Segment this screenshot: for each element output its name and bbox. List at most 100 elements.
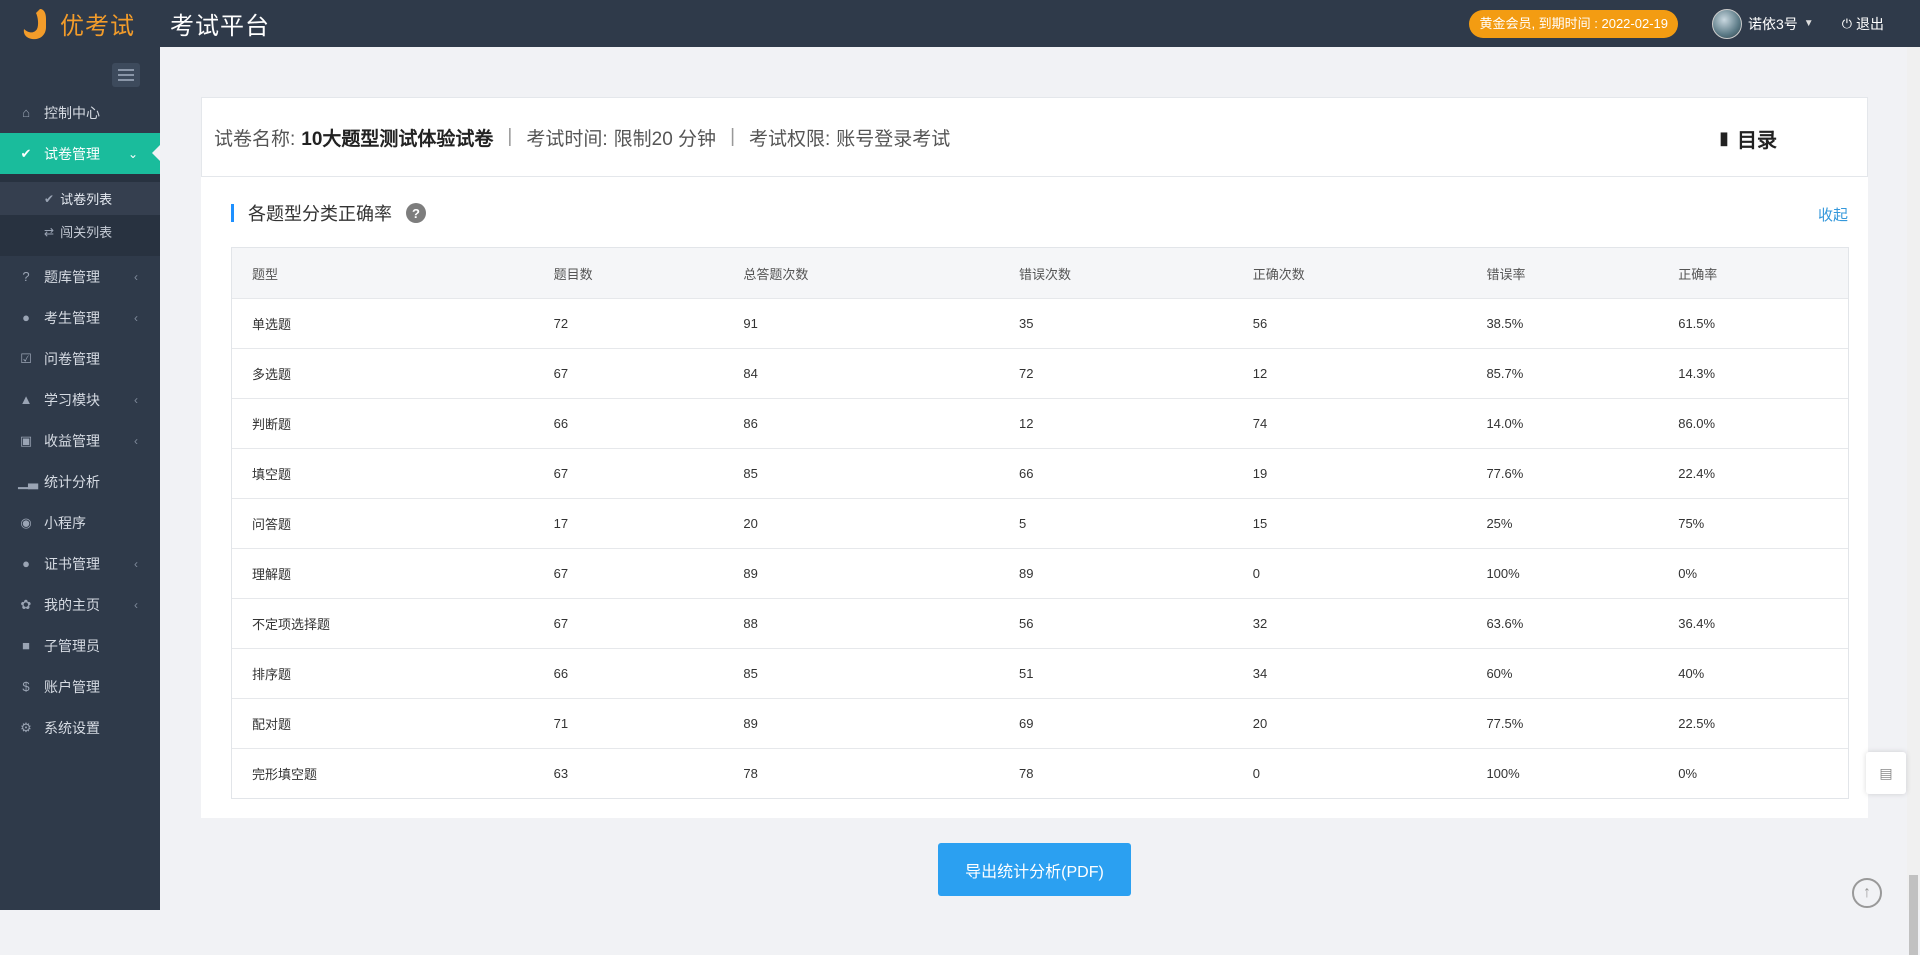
bar-chart-icon: ▁▃ [18, 473, 38, 489]
sidebar-item-account[interactable]: $ 账户管理 [0, 666, 160, 707]
table-cell: 配对题 [252, 717, 292, 732]
table-cell: 56 [1252, 316, 1268, 331]
sidebar-item-label: 证书管理 [44, 555, 100, 572]
sidebar-item-label: 账户管理 [44, 678, 100, 695]
table-row: 单选题 72 91 35 56 38.5% 61.5% [232, 298, 1848, 348]
sidebar-item-exam-management[interactable]: ✔ 试卷管理 ⌄ [0, 133, 160, 174]
exam-time: 限制20 分钟 [613, 128, 717, 150]
sidebar-item-label: 系统设置 [44, 719, 100, 736]
export-pdf-button[interactable]: 导出统计分析(PDF) [938, 843, 1131, 896]
dollar-icon: $ [22, 679, 30, 694]
sidebar-subitem-label: 闯关列表 [60, 225, 113, 240]
table-cell: 51 [1019, 666, 1034, 681]
sidebar-item-label: 题库管理 [44, 268, 100, 285]
sidebar-item-dashboard[interactable]: ⌂ 控制中心 [0, 92, 160, 133]
sidebar-item-survey[interactable]: ☑ 问卷管理 [0, 338, 160, 379]
toc-label: 目录 [1737, 130, 1777, 152]
back-to-top-icon[interactable]: ↑ [1852, 878, 1882, 908]
collapse-link[interactable]: 收起 [1818, 204, 1848, 225]
sidebar-item-label: 问卷管理 [44, 350, 100, 367]
table-row: 问答题 17 20 5 15 25% 75% [232, 498, 1848, 548]
sidebar-item-my-homepage[interactable]: ✿ 我的主页 ‹ [0, 584, 160, 625]
exam-auth: 账号登录考试 [836, 128, 951, 150]
table-cell: 89 [743, 716, 758, 731]
table-cell: 38.5% [1486, 316, 1524, 331]
logout-button[interactable]: ⏻ 退出 [1842, 14, 1884, 34]
table-cell: 20 [743, 516, 758, 531]
table-cell: 0 [1252, 766, 1260, 781]
table-cell: 0% [1678, 766, 1698, 781]
sidebar-item-revenue[interactable]: ▣ 收益管理 ‹ [0, 420, 160, 461]
scrollbar-thumb[interactable] [1909, 875, 1918, 955]
table-cell: 25% [1486, 516, 1513, 531]
logo-icon [20, 7, 54, 41]
question-circle-icon: ? [22, 269, 30, 284]
scrollbar[interactable] [1907, 47, 1920, 955]
table-cell: 34 [1252, 666, 1268, 681]
chevron-left-icon: ‹ [134, 392, 138, 407]
table-cell: 77.6% [1486, 466, 1524, 481]
table-cell: 5 [1019, 516, 1027, 531]
chat-icon[interactable]: ▤ [1866, 752, 1906, 794]
user-icon: ● [22, 310, 30, 325]
sidebar-item-label: 学习模块 [44, 391, 100, 408]
help-icon[interactable]: ? [406, 203, 426, 223]
user-menu[interactable]: 诺依3号 ▼ [1712, 8, 1814, 39]
table-cell: 85 [743, 666, 758, 681]
sidebar-item-certificates[interactable]: ● 证书管理 ‹ [0, 543, 160, 584]
table-cell: 78 [743, 766, 758, 781]
chevron-left-icon: ‹ [134, 433, 138, 448]
table-cell: 完形填空题 [252, 767, 318, 782]
table-cell: 35 [1019, 316, 1034, 331]
sidebar-item-sub-admins[interactable]: ■ 子管理员 [0, 625, 160, 666]
gear-icon: ⚙ [20, 719, 32, 735]
sidebar-item-question-bank[interactable]: ? 题库管理 ‹ [0, 256, 160, 297]
table-cell: 0% [1678, 566, 1698, 581]
checkbox-icon: ☑ [20, 350, 32, 366]
toc-button[interactable]: ▮ 目录 [1719, 124, 1777, 153]
column-header: 错误率 [1486, 266, 1526, 282]
table-cell: 0 [1252, 566, 1260, 581]
table-cell: 67 [553, 566, 569, 581]
sidebar-toggle-button[interactable] [112, 63, 140, 87]
logout-label: 退出 [1856, 15, 1884, 32]
column-header: 错误次数 [1019, 266, 1072, 282]
table-cell: 75% [1678, 516, 1705, 531]
table-cell: 85.7% [1486, 366, 1524, 381]
sidebar-subitem-exam-list[interactable]: ✔ 试卷列表 [0, 182, 160, 215]
sidebar-item-mini-program[interactable]: ◉ 小程序 [0, 502, 160, 543]
table-cell: 72 [1019, 366, 1034, 381]
table-row: 完形填空题 63 78 78 0 100% 0% [232, 748, 1848, 798]
sidebar-subitem-level-list[interactable]: ⇄ 闯关列表 [0, 215, 160, 248]
table-cell: 66 [1019, 466, 1034, 481]
table-cell: 60% [1486, 666, 1513, 681]
sidebar-item-settings[interactable]: ⚙ 系统设置 [0, 707, 160, 748]
sidebar-item-statistics[interactable]: ▁▃ 统计分析 [0, 461, 160, 502]
book-icon: ▮ [1719, 128, 1729, 148]
leaf-icon: ✿ [20, 596, 32, 612]
sidebar-item-candidates[interactable]: ● 考生管理 ‹ [0, 297, 160, 338]
table-cell: 67 [553, 366, 569, 381]
table-cell: 填空题 [252, 467, 292, 482]
table-cell: 63.6% [1486, 616, 1524, 631]
sidebar-item-label: 控制中心 [44, 104, 100, 121]
table-cell: 问答题 [252, 517, 292, 532]
sidebar-item-label: 统计分析 [44, 473, 100, 490]
table-row: 排序题 66 85 51 34 60% 40% [232, 648, 1848, 698]
power-icon: ⏻ [1841, 15, 1852, 31]
exam-info-panel: 试卷名称: 10大题型测试体验试卷 | 考试时间: 限制20 分钟 | 考试权限… [201, 97, 1868, 177]
sidebar-menu: ⌂ 控制中心 ✔ 试卷管理 ⌄ ✔ 试卷列表 ⇄ 闯关列表 ? 题库管理 ‹ ●… [0, 92, 160, 748]
check-circle-icon: ✔ [20, 145, 32, 161]
exam-name-label: 试卷名称: [214, 128, 296, 150]
table-cell: 判断题 [252, 417, 292, 432]
table-cell: 89 [1019, 566, 1034, 581]
platform-title: 考试平台 [170, 13, 270, 40]
brand[interactable]: 优考试 [0, 0, 160, 47]
table-cell: 多选题 [252, 367, 292, 382]
exam-time-label: 考试时间: [526, 128, 608, 150]
table-cell: 78 [1019, 766, 1034, 781]
sidebar-item-label: 收益管理 [44, 432, 100, 449]
table-header-row: 题型 题目数 总答题次数 错误次数 正确次数 错误率 正确率 [232, 248, 1848, 298]
user-lock-icon: ■ [22, 638, 30, 653]
sidebar-item-learning[interactable]: ▲ 学习模块 ‹ [0, 379, 160, 420]
